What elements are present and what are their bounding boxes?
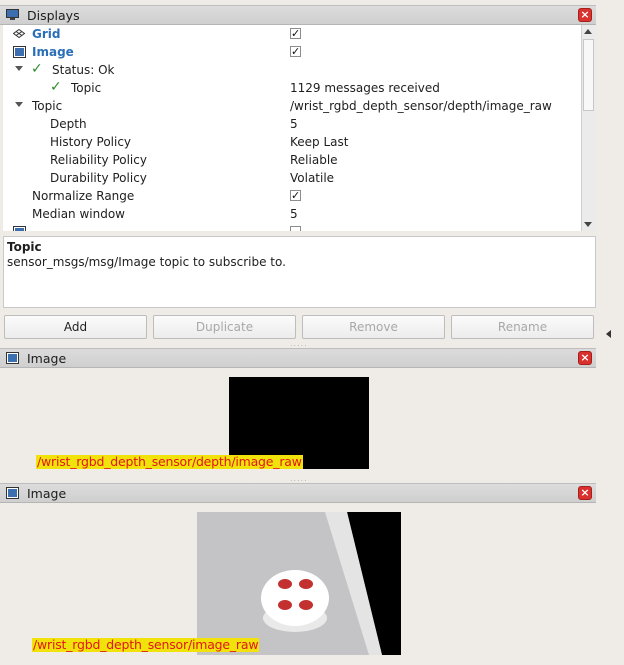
tree-row-grid[interactable]: Grid ✓ [3, 25, 581, 43]
grid-icon [13, 29, 25, 38]
tree-row-image[interactable]: Image ✓ [3, 43, 581, 61]
tree-item-label: Median window [32, 207, 125, 221]
tree-item-label: Durability Policy [50, 171, 147, 185]
tree-item-label: Topic [32, 99, 63, 113]
tree-row-durability-policy[interactable]: Durability Policy Volatile [3, 169, 581, 187]
scroll-down-arrow-icon[interactable] [584, 222, 592, 227]
status-value: 1129 messages received [290, 81, 440, 95]
tree-item-label: Status: Ok [52, 63, 115, 77]
image-panel-title: Image [27, 351, 67, 366]
scroll-up-arrow-icon[interactable] [584, 29, 592, 34]
camera-image [197, 512, 401, 655]
image-enabled-checkbox[interactable]: ✓ [290, 46, 301, 57]
duplicate-button[interactable]: Duplicate [153, 315, 296, 339]
remove-button[interactable]: Remove [302, 315, 445, 339]
tree-row-topic[interactable]: Topic /wrist_rgbd_depth_sensor/depth/ima… [3, 97, 581, 115]
image-icon [13, 226, 26, 231]
image-panel-2-view: /wrist_rgbd_depth_sensor/image_raw [0, 503, 596, 655]
description-title: Topic [7, 240, 42, 254]
topic-value-field[interactable]: /wrist_rgbd_depth_sensor/depth/image_raw [290, 99, 552, 113]
tree-item-label: Grid [32, 27, 61, 41]
displays-tree[interactable]: Grid ✓ Image ✓ ✓ Status: Ok ✓ Topic 1129… [3, 25, 581, 231]
property-description: Topic sensor_msgs/msg/Image topic to sub… [3, 236, 596, 308]
tree-item-label: Reliability Policy [50, 153, 147, 167]
grid-enabled-checkbox[interactable]: ✓ [290, 28, 301, 39]
tree-row-reliability-policy[interactable]: Reliability Policy Reliable [3, 151, 581, 169]
displays-panel-titlebar: Displays × [0, 5, 596, 25]
partial-checkbox[interactable] [290, 226, 301, 231]
tree-row-partial [3, 223, 581, 231]
collapse-arrow-icon[interactable] [606, 330, 611, 338]
image-panel-1-view: /wrist_rgbd_depth_sensor/depth/image_raw [0, 368, 596, 469]
history-policy-value-field[interactable]: Keep Last [290, 135, 348, 149]
close-icon[interactable]: × [578, 351, 592, 365]
close-icon[interactable]: × [578, 8, 592, 22]
rename-button[interactable]: Rename [451, 315, 594, 339]
tree-item-label: History Policy [50, 135, 132, 149]
reliability-policy-value-field[interactable]: Reliable [290, 153, 338, 167]
scrollbar-thumb[interactable] [583, 39, 594, 111]
tree-row-status-topic[interactable]: ✓ Topic 1129 messages received [3, 79, 581, 97]
tree-row-history-policy[interactable]: History Policy Keep Last [3, 133, 581, 151]
image-panel-2-titlebar: Image × [0, 483, 596, 503]
description-text: sensor_msgs/msg/Image topic to subscribe… [7, 255, 286, 269]
normalize-range-checkbox[interactable]: ✓ [290, 190, 301, 201]
displays-panel-title: Displays [27, 8, 80, 23]
image-icon [6, 487, 19, 499]
tree-item-label: Image [32, 45, 74, 59]
tree-item-label: Topic [71, 81, 102, 95]
topic-overlay-label: /wrist_rgbd_depth_sensor/depth/image_raw [36, 454, 303, 469]
tree-row-median-window[interactable]: Median window 5 [3, 205, 581, 223]
image-panel-1-titlebar: Image × [0, 348, 596, 368]
expand-arrow-icon[interactable] [15, 66, 23, 71]
image-icon [13, 46, 26, 58]
splitter-handle[interactable]: ..... [290, 339, 308, 348]
check-icon: ✓ [31, 61, 43, 77]
tree-row-status[interactable]: ✓ Status: Ok [3, 61, 581, 79]
median-window-value-field[interactable]: 5 [290, 207, 298, 221]
tree-row-normalize-range[interactable]: Normalize Range ✓ [3, 187, 581, 205]
tree-item-label: Depth [50, 117, 87, 131]
tree-scrollbar[interactable] [581, 25, 595, 231]
tree-item-label: Normalize Range [32, 189, 135, 203]
check-icon: ✓ [50, 79, 62, 95]
monitor-icon [6, 9, 19, 20]
expand-arrow-icon[interactable] [15, 102, 23, 107]
durability-policy-value-field[interactable]: Volatile [290, 171, 334, 185]
image-icon [6, 352, 19, 364]
image-panel-title: Image [27, 486, 67, 501]
tree-row-depth[interactable]: Depth 5 [3, 115, 581, 133]
add-button[interactable]: Add [4, 315, 147, 339]
topic-overlay-label: /wrist_rgbd_depth_sensor/image_raw [32, 637, 260, 652]
close-icon[interactable]: × [578, 486, 592, 500]
splitter-handle[interactable]: ..... [290, 474, 308, 483]
depth-value-field[interactable]: 5 [290, 117, 298, 131]
